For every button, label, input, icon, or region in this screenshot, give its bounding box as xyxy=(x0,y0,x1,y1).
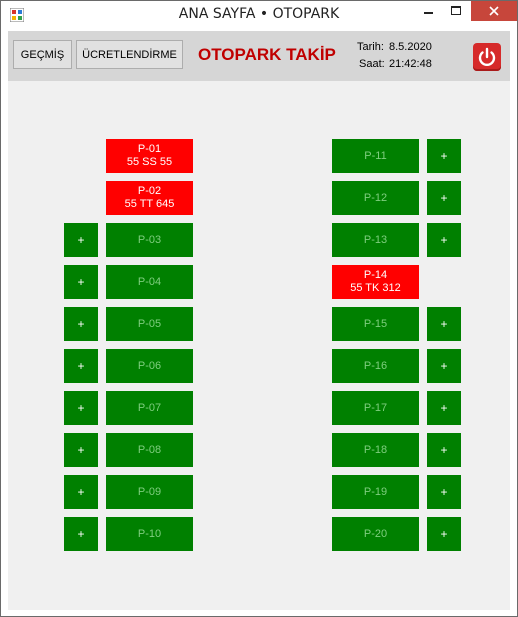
maximize-icon xyxy=(451,6,461,15)
brand-title: OTOPARK TAKİP xyxy=(198,45,336,64)
maximize-button[interactable] xyxy=(442,1,468,21)
parking-slot-p-20[interactable]: P-20 xyxy=(332,517,419,551)
power-button[interactable] xyxy=(473,43,501,71)
slot-id: P-04 xyxy=(137,275,162,288)
slot-plate: 55 TT 645 xyxy=(124,198,175,210)
slot-id: P-16 xyxy=(363,359,388,372)
add-vehicle-button-p-15[interactable]: + xyxy=(427,307,461,341)
add-vehicle-button-p-04[interactable]: + xyxy=(64,265,98,299)
parking-slot-p-07[interactable]: P-07 xyxy=(106,391,193,425)
parking-slot-p-01[interactable]: P-01 55 SS 55 xyxy=(106,139,193,173)
parking-slot-p-18[interactable]: P-18 xyxy=(332,433,419,467)
app-window: ANA SAYFA • OTOPARK GEÇMİŞ ÜCRETLENDİRME… xyxy=(0,0,518,617)
close-button[interactable] xyxy=(471,1,517,21)
parking-slot-p-19[interactable]: P-19 xyxy=(332,475,419,509)
add-vehicle-button-p-10[interactable]: + xyxy=(64,517,98,551)
slot-id: P-05 xyxy=(137,317,162,330)
slot-id: P-12 xyxy=(363,191,388,204)
title-bar: ANA SAYFA • OTOPARK xyxy=(1,1,517,30)
parking-slot-p-09[interactable]: P-09 xyxy=(106,475,193,509)
slot-id: P-15 xyxy=(363,317,388,330)
parking-slot-p-03[interactable]: P-03 xyxy=(106,223,193,257)
add-vehicle-button-p-05[interactable]: + xyxy=(64,307,98,341)
slot-id: P-07 xyxy=(137,401,162,414)
slot-id: P-10 xyxy=(137,527,162,540)
slot-id: P-08 xyxy=(137,443,162,456)
add-vehicle-button-p-18[interactable]: + xyxy=(427,433,461,467)
parking-slot-p-14[interactable]: P-14 55 TK 312 xyxy=(332,265,419,299)
slot-id: P-06 xyxy=(137,359,162,372)
parking-slot-p-10[interactable]: P-10 xyxy=(106,517,193,551)
parking-slot-p-16[interactable]: P-16 xyxy=(332,349,419,383)
slot-id: P-13 xyxy=(363,233,388,246)
add-vehicle-button-p-17[interactable]: + xyxy=(427,391,461,425)
close-icon xyxy=(489,6,499,16)
power-icon xyxy=(478,47,496,67)
history-button[interactable]: GEÇMİŞ xyxy=(13,40,72,69)
slot-plate: 55 SS 55 xyxy=(126,156,173,168)
parking-slot-p-17[interactable]: P-17 xyxy=(332,391,419,425)
add-vehicle-button-p-03[interactable]: + xyxy=(64,223,98,257)
minimize-icon xyxy=(424,12,433,14)
slot-id: P-19 xyxy=(363,485,388,498)
add-vehicle-button-p-16[interactable]: + xyxy=(427,349,461,383)
toolbar: GEÇMİŞ ÜCRETLENDİRME OTOPARK TAKİP Tarih… xyxy=(8,31,510,81)
add-vehicle-button-p-09[interactable]: + xyxy=(64,475,98,509)
add-vehicle-button-p-12[interactable]: + xyxy=(427,181,461,215)
parking-slot-p-11[interactable]: P-11 xyxy=(332,139,419,173)
parking-slot-p-05[interactable]: P-05 xyxy=(106,307,193,341)
parking-slot-p-13[interactable]: P-13 xyxy=(332,223,419,257)
slot-id: P-14 xyxy=(363,269,388,281)
fees-button[interactable]: ÜCRETLENDİRME xyxy=(76,40,183,69)
parking-slot-p-15[interactable]: P-15 xyxy=(332,307,419,341)
slot-id: P-20 xyxy=(363,527,388,540)
slot-id: P-11 xyxy=(364,149,387,162)
parking-slot-p-08[interactable]: P-08 xyxy=(106,433,193,467)
add-vehicle-button-p-19[interactable]: + xyxy=(427,475,461,509)
time-value: 21:42:48 xyxy=(389,58,432,70)
minimize-button[interactable] xyxy=(416,1,442,21)
date-label: Tarih: xyxy=(357,41,384,53)
parking-slot-p-12[interactable]: P-12 xyxy=(332,181,419,215)
slot-id: P-03 xyxy=(137,233,162,246)
add-vehicle-button-p-11[interactable]: + xyxy=(427,139,461,173)
add-vehicle-button-p-06[interactable]: + xyxy=(64,349,98,383)
date-value: 8.5.2020 xyxy=(389,41,432,53)
parking-slot-p-06[interactable]: P-06 xyxy=(106,349,193,383)
slot-plate: 55 TK 312 xyxy=(350,282,401,294)
parking-slot-p-02[interactable]: P-02 55 TT 645 xyxy=(106,181,193,215)
add-vehicle-button-p-07[interactable]: + xyxy=(64,391,98,425)
slot-id: P-01 xyxy=(137,143,162,155)
slot-id: P-02 xyxy=(137,185,162,197)
slot-id: P-17 xyxy=(363,401,388,414)
add-vehicle-button-p-20[interactable]: + xyxy=(427,517,461,551)
time-label: Saat: xyxy=(359,58,385,70)
parking-slot-p-04[interactable]: P-04 xyxy=(106,265,193,299)
slot-id: P-09 xyxy=(137,485,162,498)
slot-id: P-18 xyxy=(363,443,388,456)
add-vehicle-button-p-08[interactable]: + xyxy=(64,433,98,467)
main-panel: GEÇMİŞ ÜCRETLENDİRME OTOPARK TAKİP Tarih… xyxy=(8,31,510,610)
add-vehicle-button-p-13[interactable]: + xyxy=(427,223,461,257)
